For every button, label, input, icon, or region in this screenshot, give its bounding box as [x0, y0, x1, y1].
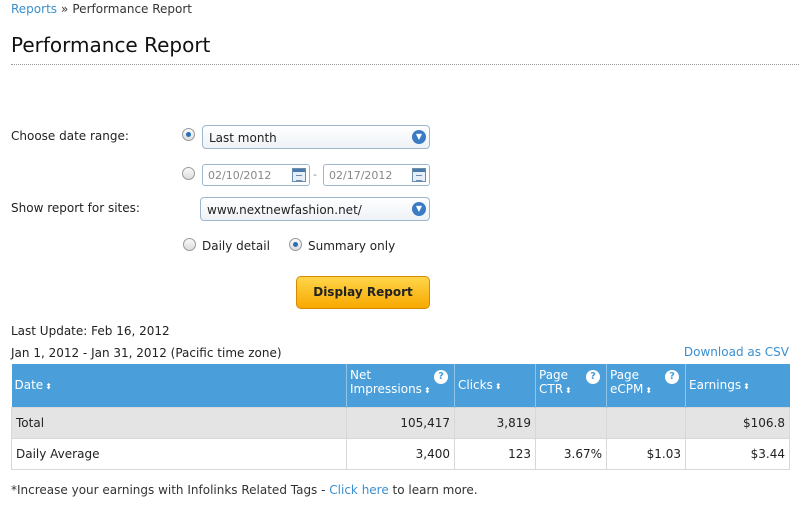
cell-ecpm: $1.03 [606, 437, 686, 470]
chevron-down-icon: ▼ [412, 202, 426, 216]
col-earnings-label: Earnings [689, 378, 742, 393]
chevron-down-icon: ▼ [412, 130, 426, 144]
col-ecpm[interactable]: Page eCPM ⬍ ? [606, 364, 686, 407]
daily-detail-radio[interactable] [183, 238, 196, 251]
preset-range-radio[interactable] [182, 128, 195, 141]
cell-impressions: 105,417 [346, 406, 455, 439]
title-divider [11, 64, 799, 65]
col-impressions[interactable]: Net Impressions ⬍ ? [346, 364, 455, 407]
sort-icon: ⬍ [743, 382, 750, 392]
footer-note: *Increase your earnings with Infolinks R… [11, 483, 478, 497]
custom-range-radio[interactable] [182, 167, 195, 180]
last-update-text: Last Update: Feb 16, 2012 [11, 324, 170, 338]
sort-icon: ⬍ [565, 386, 572, 395]
date-from-placeholder: 02/10/2012 [208, 169, 272, 182]
date-to-placeholder: 02/17/2012 [329, 169, 393, 182]
date-to-field[interactable]: 02/17/2012 [323, 164, 430, 186]
col-clicks-label: Clicks [458, 378, 493, 393]
footer-note-suffix: to learn more. [388, 483, 478, 497]
col-ctr-label-2: CTR [539, 382, 564, 396]
date-range-select[interactable]: Last month ▼ [202, 125, 430, 149]
help-icon[interactable]: ? [434, 370, 448, 384]
footer-note-prefix: *Increase your earnings with Infolinks R… [11, 483, 330, 497]
summary-only-radio[interactable] [289, 238, 302, 251]
cell-clicks: 3,819 [454, 406, 536, 439]
cell-earnings: $106.8 [685, 406, 790, 439]
cell-earnings: $3.44 [685, 437, 790, 470]
date-from-field[interactable]: 02/10/2012 [202, 164, 310, 186]
breadcrumb: Reports » Performance Report [11, 2, 192, 16]
col-date-label: Date [14, 378, 44, 393]
col-clicks[interactable]: Clicks ⬍ [454, 364, 536, 407]
report-period-text: Jan 1, 2012 - Jan 31, 2012 (Pacific time… [11, 346, 282, 360]
col-ctr-label-1: Page [539, 368, 569, 382]
cell-ctr [535, 406, 607, 439]
summary-only-label[interactable]: Summary only [308, 239, 395, 253]
table-row-total: Total 105,417 3,819 $106.8 [11, 406, 790, 439]
cell-impressions: 3,400 [346, 437, 455, 470]
col-impressions-label-1: Net [350, 368, 372, 382]
cell-date: Total [11, 406, 347, 439]
cell-ctr: 3.67% [535, 437, 607, 470]
site-value: www.nextnewfashion.net/ [207, 203, 362, 217]
breadcrumb-reports-link[interactable]: Reports [11, 2, 57, 16]
col-impressions-label-2: Impressions [350, 382, 422, 396]
report-table: Date ⬍ Net Impressions ⬍ ? Clicks ⬍ Page CT… [11, 364, 790, 470]
help-icon[interactable]: ? [665, 370, 679, 384]
calendar-icon[interactable] [412, 168, 426, 182]
col-ecpm-label-1: Page [610, 368, 640, 382]
site-select[interactable]: www.nextnewfashion.net/ ▼ [200, 197, 430, 221]
sort-icon: ⬍ [45, 382, 52, 392]
sort-icon: ⬍ [494, 382, 502, 392]
cell-clicks: 123 [454, 437, 536, 470]
table-row-daily-average: Daily Average 3,400 123 3.67% $1.03 $3.4… [11, 437, 790, 470]
display-report-button[interactable]: Display Report [296, 276, 430, 309]
click-here-link[interactable]: Click here [329, 483, 388, 497]
cell-date: Daily Average [11, 437, 347, 470]
table-header-row: Date ⬍ Net Impressions ⬍ ? Clicks ⬍ Page CT… [11, 364, 790, 407]
sort-icon: ⬍ [645, 386, 653, 395]
help-icon[interactable]: ? [586, 370, 600, 384]
page-title: Performance Report [11, 33, 211, 57]
col-earnings[interactable]: Earnings ⬍ [685, 364, 790, 407]
cell-ecpm [606, 406, 686, 439]
daily-detail-label[interactable]: Daily detail [202, 239, 270, 253]
date-range-label: Choose date range: [11, 129, 129, 143]
sort-icon: ⬍ [423, 386, 431, 395]
breadcrumb-current: Performance Report [72, 2, 193, 16]
sites-label: Show report for sites: [11, 201, 140, 215]
download-csv-link[interactable]: Download as CSV [684, 345, 789, 359]
date-separator: - [313, 168, 317, 181]
col-date[interactable]: Date ⬍ [11, 364, 347, 407]
breadcrumb-separator: » [61, 2, 69, 16]
col-ctr[interactable]: Page CTR ⬍ ? [535, 364, 607, 407]
date-range-value: Last month [209, 131, 277, 145]
calendar-icon[interactable] [292, 168, 306, 182]
col-ecpm-label-2: eCPM [610, 382, 644, 396]
